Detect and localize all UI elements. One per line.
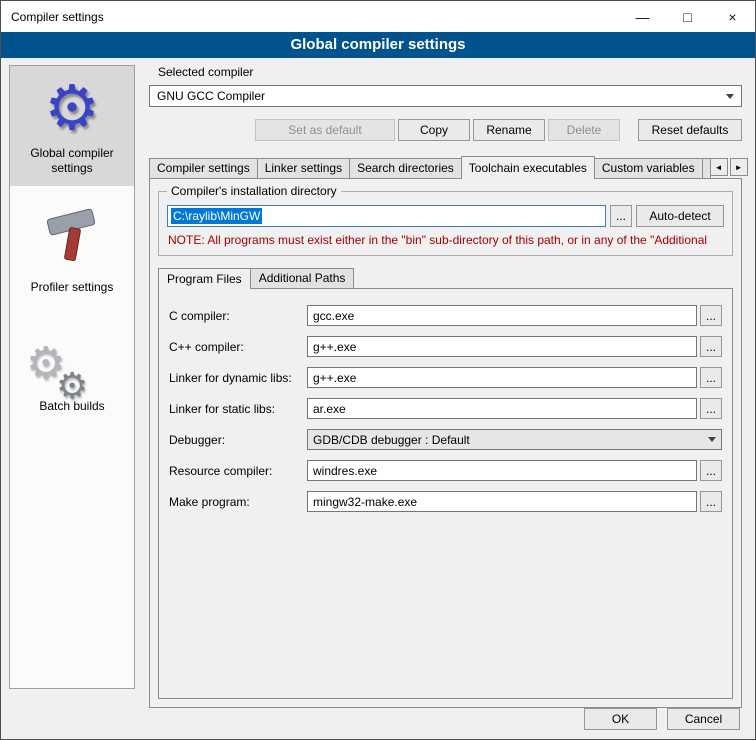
window-controls: — □ ×: [620, 1, 755, 32]
dialog-banner-title: Global compiler settings: [1, 32, 755, 58]
program-files-tab-bar: Program Files Additional Paths: [158, 268, 733, 288]
field-label: Linker for static libs:: [169, 402, 307, 416]
cpp-compiler-browse-button[interactable]: ...: [700, 336, 722, 357]
dialog-footer: OK Cancel: [584, 708, 740, 730]
titlebar: Compiler settings — □ ×: [1, 1, 755, 32]
minimize-icon[interactable]: —: [620, 1, 665, 32]
reset-defaults-button[interactable]: Reset defaults: [638, 119, 742, 141]
linker-dynamic-input[interactable]: g++.exe: [307, 367, 697, 388]
tab-scroll-right-icon[interactable]: ►: [730, 158, 748, 176]
linker-static-browse-button[interactable]: ...: [700, 398, 722, 419]
field-label: C++ compiler:: [169, 340, 307, 354]
tab-additional-paths[interactable]: Additional Paths: [250, 268, 355, 288]
resource-compiler-input[interactable]: windres.exe: [307, 460, 697, 481]
field-label: Linker for dynamic libs:: [169, 371, 307, 385]
auto-detect-button[interactable]: Auto-detect: [636, 205, 724, 227]
program-files-panel: C compiler: gcc.exe ... C++ compiler: g+…: [158, 288, 733, 699]
field-label: Resource compiler:: [169, 464, 307, 478]
sidebar-item-label: Global compiler settings: [30, 146, 113, 175]
sidebar-item-label: Profiler settings: [31, 280, 114, 294]
chevron-down-icon: [726, 94, 734, 99]
field-label: Debugger:: [169, 433, 307, 447]
field-label: Make program:: [169, 495, 307, 509]
window-title: Compiler settings: [1, 10, 104, 24]
gear-icon: ⚙: [12, 72, 132, 146]
installation-directory-browse-button[interactable]: ...: [610, 205, 632, 227]
field-row-linker-static: Linker for static libs: ar.exe ...: [169, 398, 722, 419]
field-row-resource-compiler: Resource compiler: windres.exe ...: [169, 460, 722, 481]
tab-linker-settings[interactable]: Linker settings: [257, 158, 350, 178]
settings-tab-bar: Compiler settings Linker settings Search…: [149, 156, 742, 178]
profiler-hammer-icon: [12, 206, 132, 280]
linker-dynamic-browse-button[interactable]: ...: [700, 367, 722, 388]
sidebar-item-batch-builds[interactable]: ⚙ ⚙ Batch builds: [10, 319, 134, 424]
field-row-debugger: Debugger: GDB/CDB debugger : Default: [169, 429, 722, 450]
debugger-value: GDB/CDB debugger : Default: [313, 433, 470, 447]
settings-category-list: ⚙ Global compiler settings Profiler sett…: [9, 65, 135, 689]
cpp-compiler-input[interactable]: g++.exe: [307, 336, 697, 357]
tab-compiler-settings[interactable]: Compiler settings: [149, 158, 258, 178]
field-row-c-compiler: C compiler: gcc.exe ...: [169, 305, 722, 326]
debugger-dropdown[interactable]: GDB/CDB debugger : Default: [307, 429, 722, 450]
linker-static-input[interactable]: ar.exe: [307, 398, 697, 419]
installation-directory-group: Compiler's installation directory C:\ray…: [158, 191, 733, 256]
compiler-settings-dialog: Compiler settings — □ × Global compiler …: [0, 0, 756, 740]
maximize-icon[interactable]: □: [665, 1, 710, 32]
field-row-cpp-compiler: C++ compiler: g++.exe ...: [169, 336, 722, 357]
selected-compiler-dropdown[interactable]: GNU GCC Compiler: [149, 85, 742, 107]
installation-directory-input[interactable]: C:\raylib\MinGW: [167, 205, 606, 227]
copy-button[interactable]: Copy: [398, 119, 470, 141]
delete-button: Delete: [548, 119, 620, 141]
tab-toolchain-executables[interactable]: Toolchain executables: [461, 156, 595, 179]
gears-gray-icon: ⚙ ⚙: [12, 325, 132, 399]
tab-search-directories[interactable]: Search directories: [349, 158, 462, 178]
installation-directory-row: C:\raylib\MinGW ... Auto-detect: [167, 205, 724, 227]
sidebar-item-global-compiler-settings[interactable]: ⚙ Global compiler settings: [10, 66, 134, 186]
installation-directory-value: C:\raylib\MinGW: [171, 208, 262, 224]
set-as-default-button: Set as default: [255, 119, 395, 141]
c-compiler-browse-button[interactable]: ...: [700, 305, 722, 326]
make-program-browse-button[interactable]: ...: [700, 491, 722, 512]
make-program-input[interactable]: mingw32-make.exe: [307, 491, 697, 512]
selected-compiler-value: GNU GCC Compiler: [157, 89, 265, 103]
chevron-down-icon: [708, 437, 716, 442]
tab-scroll-left-icon[interactable]: ◄: [710, 158, 728, 176]
field-label: C compiler:: [169, 309, 307, 323]
installation-directory-group-title: Compiler's installation directory: [167, 184, 341, 198]
toolchain-executables-panel: Compiler's installation directory C:\ray…: [149, 178, 742, 708]
main-content: Selected compiler GNU GCC Compiler Set a…: [149, 65, 742, 708]
cancel-button[interactable]: Cancel: [667, 708, 740, 730]
field-row-linker-dynamic: Linker for dynamic libs: g++.exe ...: [169, 367, 722, 388]
sidebar-item-profiler-settings[interactable]: Profiler settings: [10, 200, 134, 305]
ok-button[interactable]: OK: [584, 708, 657, 730]
dialog-body: ⚙ Global compiler settings Profiler sett…: [1, 58, 755, 739]
compiler-actions: Set as default Copy Rename Delete Reset …: [149, 119, 742, 141]
selected-compiler-label: Selected compiler: [149, 65, 742, 79]
c-compiler-input[interactable]: gcc.exe: [307, 305, 697, 326]
resource-compiler-browse-button[interactable]: ...: [700, 460, 722, 481]
rename-button[interactable]: Rename: [473, 119, 545, 141]
bin-subdirectory-note: NOTE: All programs must exist either in …: [167, 227, 724, 253]
close-icon[interactable]: ×: [710, 1, 755, 32]
tab-program-files[interactable]: Program Files: [158, 268, 251, 289]
tab-custom-variables[interactable]: Custom variables: [594, 158, 703, 178]
tab-scroll-buttons: ◄ ►: [710, 158, 748, 176]
field-row-make-program: Make program: mingw32-make.exe ...: [169, 491, 722, 512]
